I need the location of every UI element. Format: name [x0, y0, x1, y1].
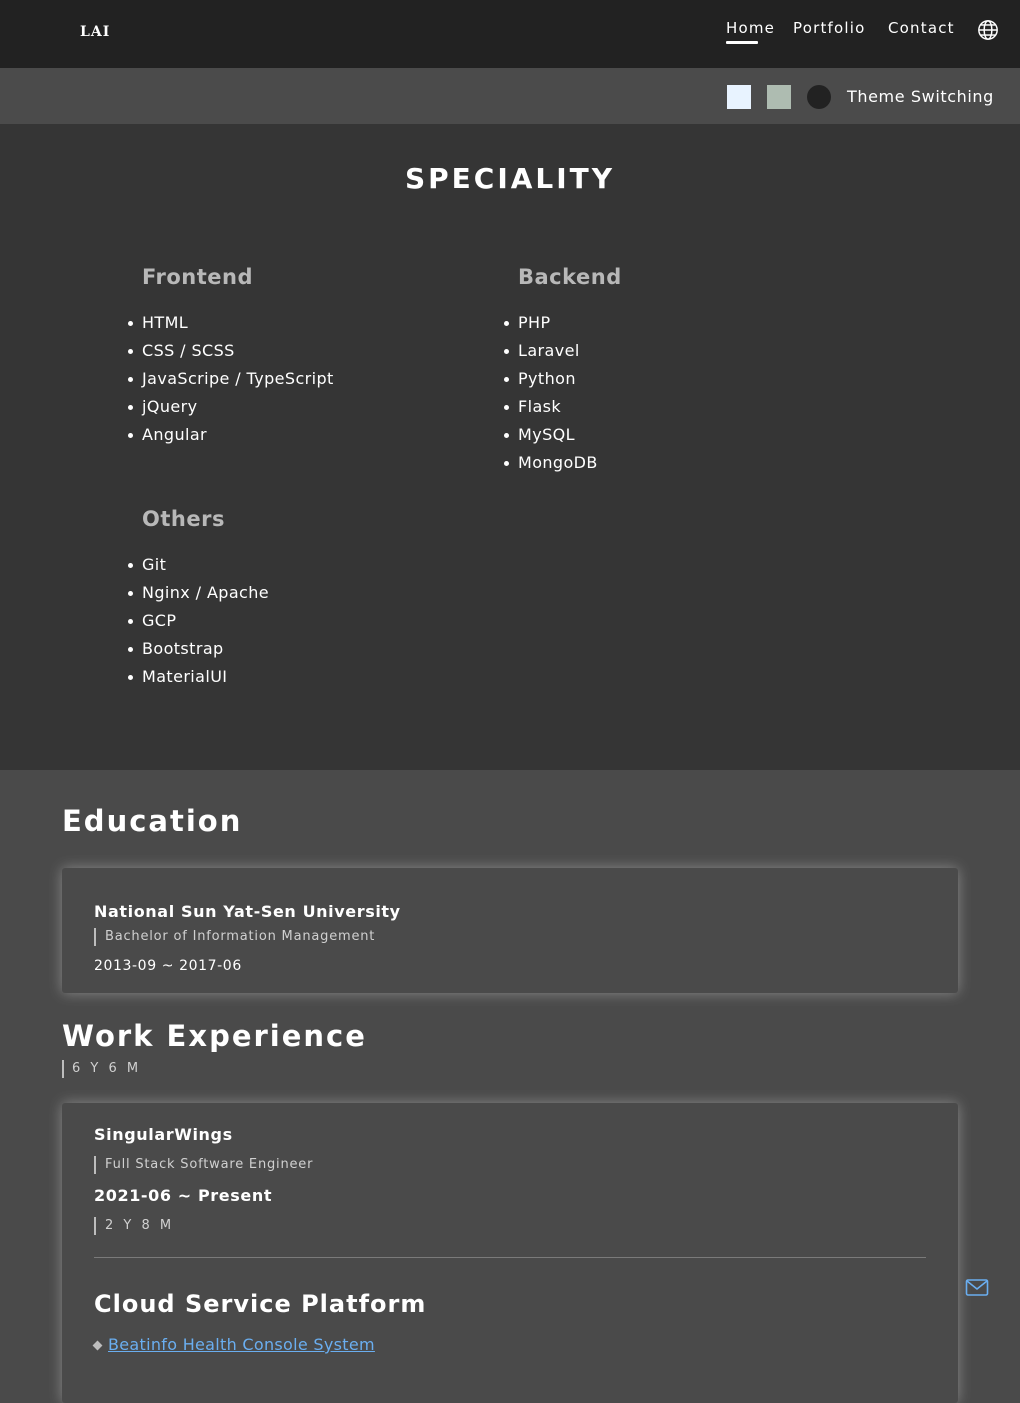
card-divider [94, 1257, 926, 1258]
education-card: National Sun Yat-Sen University Bachelor… [62, 868, 958, 993]
education-period: 2013-09 ~ 2017-06 [94, 958, 242, 974]
skill-item: Flask [504, 393, 622, 421]
mail-icon[interactable] [965, 1278, 989, 1298]
theme-swatch-dark[interactable] [807, 85, 831, 109]
skill-group-title: Others [142, 507, 225, 531]
skill-item: Python [504, 365, 622, 393]
skill-item: MongoDB [504, 449, 622, 477]
job-role: Full Stack Software Engineer [94, 1156, 313, 1174]
degree-label: Bachelor of Information Management [94, 928, 375, 946]
project-link[interactable]: Beatinfo Health Console System [92, 1335, 375, 1354]
skill-item: JavaScripe / TypeScript [128, 365, 334, 393]
skill-group-frontend: Frontend HTML CSS / SCSS JavaScripe / Ty… [128, 265, 334, 449]
skill-item: Angular [128, 421, 334, 449]
education-title: Education [62, 804, 243, 838]
skill-item: MaterialUI [127, 663, 269, 691]
nav-active-indicator [726, 41, 758, 44]
work-experience-title: Work Experience [62, 1019, 367, 1053]
theme-switch-label: Theme Switching [847, 87, 994, 106]
speciality-title: SPECIALITY [404, 162, 616, 195]
skill-item: Nginx / Apache [127, 579, 269, 607]
skill-item: jQuery [128, 393, 334, 421]
globe-icon[interactable] [977, 19, 999, 41]
theme-switch-bar: Theme Switching [0, 68, 1020, 124]
diamond-bullet-icon [92, 1340, 103, 1351]
project-link-label[interactable]: Beatinfo Health Console System [108, 1335, 375, 1354]
skill-group-title: Backend [518, 265, 622, 289]
skill-item: PHP [504, 309, 622, 337]
project-title: Cloud Service Platform [94, 1290, 427, 1318]
skill-list: HTML CSS / SCSS JavaScripe / TypeScript … [128, 309, 334, 449]
skill-group-others: Others Git Nginx / Apache GCP Bootstrap … [127, 507, 269, 691]
nav-link-home[interactable]: Home [726, 19, 775, 37]
skill-group-backend: Backend PHP Laravel Python Flask MySQL M… [504, 265, 622, 477]
skill-item: MySQL [504, 421, 622, 449]
school-name: National Sun Yat-Sen University [94, 902, 401, 921]
skill-list: PHP Laravel Python Flask MySQL MongoDB [504, 309, 622, 477]
work-total-duration: 6 Y 6 M [62, 1060, 141, 1078]
skill-item: GCP [127, 607, 269, 635]
top-navbar: LAI Home Portfolio Contact [0, 0, 1020, 68]
nav-link-contact[interactable]: Contact [888, 19, 955, 37]
company-name: SingularWings [94, 1125, 233, 1144]
theme-swatch-sage[interactable] [767, 85, 791, 109]
job-period: 2021-06 ~ Present [94, 1186, 273, 1205]
speciality-section: SPECIALITY Frontend HTML CSS / SCSS Java… [0, 124, 1020, 770]
nav-link-portfolio[interactable]: Portfolio [793, 19, 866, 37]
skill-group-title: Frontend [142, 265, 253, 289]
skill-item: CSS / SCSS [128, 337, 334, 365]
site-logo[interactable]: LAI [80, 24, 110, 40]
theme-swatch-light[interactable] [727, 85, 751, 109]
skill-item: HTML [128, 309, 334, 337]
skill-item: Laravel [504, 337, 622, 365]
skill-item: Git [127, 551, 269, 579]
work-card: SingularWings Full Stack Software Engine… [62, 1103, 958, 1403]
skill-list: Git Nginx / Apache GCP Bootstrap Materia… [127, 551, 269, 691]
job-duration: 2 Y 8 M [94, 1217, 174, 1235]
skill-item: Bootstrap [127, 635, 269, 663]
